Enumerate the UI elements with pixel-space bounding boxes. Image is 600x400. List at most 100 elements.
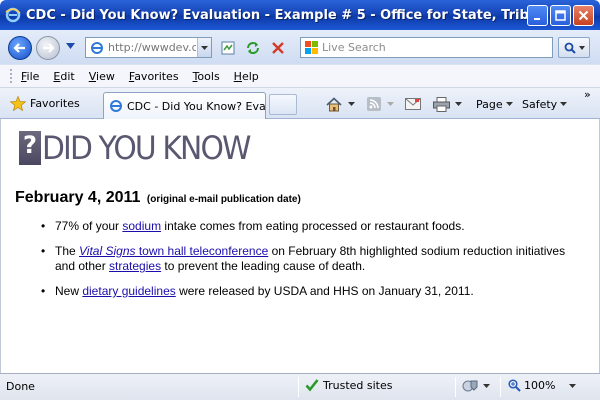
maximize-icon	[555, 10, 566, 21]
zoom-button[interactable]: 100%	[508, 379, 577, 392]
facts-list: 77% of your sodium intake comes from eat…	[41, 219, 581, 309]
text: intake comes from eating processed or re…	[161, 219, 465, 233]
feeds-button[interactable]	[367, 95, 394, 113]
tab-title[interactable]: CDC - Did You Know? Eval...	[127, 100, 265, 113]
maximize-button[interactable]	[550, 5, 571, 26]
minimize-button[interactable]	[527, 5, 548, 26]
menu-bar: File Edit View Favorites Tools Help	[0, 64, 600, 88]
home-button[interactable]	[326, 95, 355, 113]
address-dropdown-button[interactable]	[197, 38, 211, 57]
forward-button[interactable]	[36, 36, 60, 60]
menu-view[interactable]: View	[89, 70, 115, 83]
zone-label: Trusted sites	[323, 378, 393, 392]
new-tab-button[interactable]	[269, 94, 297, 115]
vital-signs-link[interactable]: Vital Signs	[79, 244, 135, 258]
chevron-down-icon	[569, 383, 577, 388]
compatibility-view-button[interactable]	[218, 38, 238, 58]
chevron-down-icon	[455, 102, 462, 106]
ie-logo-icon	[5, 7, 21, 23]
favorites-star-icon[interactable]	[10, 96, 26, 111]
stop-button[interactable]	[268, 38, 288, 58]
close-window-button[interactable]	[573, 5, 594, 26]
list-item: The Vital Signs town hall teleconference…	[41, 244, 581, 274]
tab-active[interactable]: CDC - Did You Know? Eval...	[103, 92, 266, 119]
address-bar[interactable]: http://wwwdev.c	[85, 37, 212, 58]
logo-text: DID YOU KNOW	[42, 129, 251, 167]
title-bar: CDC - Did You Know? Evaluation - Example…	[0, 0, 600, 30]
chevron-down-icon	[505, 102, 513, 106]
favorites-button[interactable]: Favorites	[30, 97, 80, 110]
date-heading: February 4, 2011	[15, 189, 141, 206]
printer-icon	[433, 96, 450, 112]
search-box[interactable]: Live Search	[300, 37, 553, 58]
menu-tools[interactable]: Tools	[193, 70, 220, 83]
zoom-level: 100%	[524, 379, 556, 392]
list-item: 77% of your sodium intake comes from eat…	[41, 219, 581, 234]
back-arrow-icon	[13, 43, 25, 53]
forward-arrow-icon	[43, 43, 55, 53]
status-divider	[298, 377, 299, 397]
rss-feed-icon	[367, 97, 381, 111]
window-title: CDC - Did You Know? Evaluation - Example…	[26, 7, 541, 23]
ie-page-icon	[110, 100, 122, 112]
menu-edit[interactable]: Edit	[53, 70, 74, 83]
safety-menu-label[interactable]: Safety	[522, 98, 557, 111]
dietary-guidelines-link[interactable]: dietary guidelines	[82, 284, 175, 298]
did-you-know-logo: ? DID YOU KNOW	[19, 131, 265, 165]
question-mark-icon: ?	[19, 131, 41, 165]
read-mail-button[interactable]	[405, 95, 421, 113]
refresh-icon	[247, 42, 259, 54]
checkmark-icon	[305, 379, 319, 392]
toolbar-grip[interactable]	[10, 69, 13, 83]
text: The	[55, 244, 80, 258]
tab-bar: Favorites CDC - Did You Know? Eval... Pa…	[0, 88, 600, 119]
publication-date: February 4, 2011 (original e-mail public…	[15, 189, 301, 207]
safety-menu-button[interactable]: Safety	[522, 95, 568, 113]
text: 77% of your	[55, 219, 123, 233]
search-placeholder[interactable]: Live Search	[322, 41, 386, 54]
status-text: Done	[6, 380, 35, 393]
chevron-down-icon	[348, 102, 355, 106]
text: New	[55, 284, 83, 298]
list-item: New dietary guidelines were released by …	[41, 284, 581, 299]
sodium-link[interactable]: sodium	[122, 219, 161, 233]
mail-icon	[405, 98, 421, 110]
text: to prevent the leading cause of death.	[161, 259, 366, 273]
print-button[interactable]	[433, 95, 462, 113]
menu-help[interactable]: Help	[234, 70, 259, 83]
status-divider	[455, 377, 456, 397]
recent-pages-dropdown-icon[interactable]	[66, 43, 75, 49]
page-menu-button[interactable]: Page	[476, 95, 513, 113]
status-bar: Done Trusted sites 100%	[0, 373, 600, 400]
menu-file[interactable]: File	[21, 70, 39, 83]
strategies-link[interactable]: strategies	[109, 259, 161, 273]
page-menu-label[interactable]: Page	[476, 98, 503, 111]
town-hall-teleconference-link[interactable]: town hall teleconference	[136, 244, 268, 258]
chevron-down-icon	[387, 102, 394, 106]
navigation-bar: http://wwwdev.c Live Search	[0, 30, 600, 64]
windows-live-icon	[305, 41, 318, 54]
close-icon	[578, 10, 589, 21]
back-button[interactable]	[8, 36, 32, 60]
menu-favorites[interactable]: Favorites	[129, 70, 179, 83]
stop-icon	[272, 42, 284, 54]
zoom-icon	[508, 379, 521, 392]
chevron-down-icon	[560, 102, 568, 106]
protected-mode-button[interactable]	[462, 379, 490, 393]
refresh-button[interactable]	[243, 38, 263, 58]
address-url[interactable]: http://wwwdev.c	[108, 41, 196, 54]
search-icon	[564, 42, 576, 54]
security-zone[interactable]: Trusted sites	[305, 378, 393, 392]
chevron-down-icon	[483, 384, 490, 388]
page-content: ? DID YOU KNOW February 4, 2011 (origina…	[0, 119, 600, 373]
chevron-down-icon	[578, 45, 585, 50]
search-button[interactable]	[558, 37, 590, 58]
toolbar-overflow-button[interactable]: »	[584, 88, 591, 101]
home-icon	[326, 96, 342, 111]
protected-mode-icon	[462, 380, 478, 392]
compatibility-view-icon	[221, 41, 235, 55]
date-note: (original e-mail publication date)	[146, 194, 301, 205]
text: were released by USDA and HHS on January…	[175, 284, 474, 298]
status-divider	[500, 377, 501, 397]
chevron-down-icon	[201, 45, 208, 50]
